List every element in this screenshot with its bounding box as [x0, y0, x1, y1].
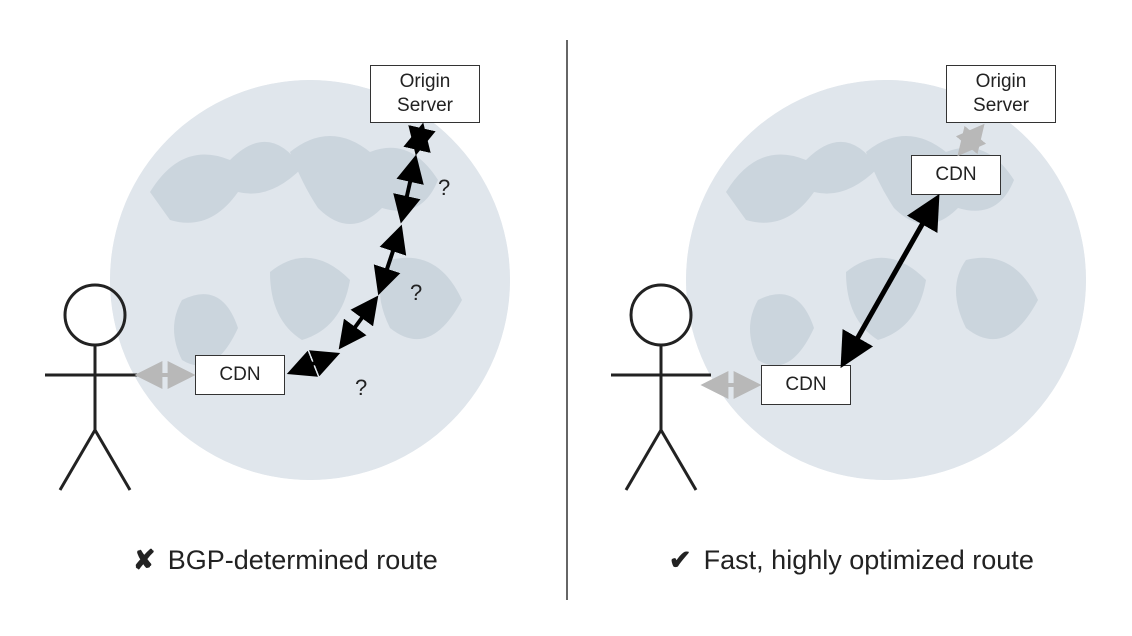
- panel-bgp: CDN Origin Server ?: [0, 0, 566, 636]
- cdn-user-box: CDN: [761, 365, 851, 405]
- origin-server-box: Origin Server: [946, 65, 1056, 123]
- origin-label: Origin Server: [397, 70, 453, 118]
- cross-icon: ✘: [128, 545, 160, 576]
- user-icon: [601, 280, 721, 500]
- question-mark-1: ?: [355, 375, 367, 401]
- globe-icon: [110, 80, 510, 480]
- question-mark-2: ?: [410, 280, 422, 306]
- question-mark-3: ?: [438, 175, 450, 201]
- diagram-stage: CDN Origin Server ?: [0, 0, 1132, 636]
- caption-left: ✘ BGP-determined route: [0, 545, 566, 576]
- caption-left-text: BGP-determined route: [168, 545, 438, 575]
- origin-label: Origin Server: [973, 70, 1029, 118]
- cdn-user-label: CDN: [785, 373, 826, 397]
- user-icon: [35, 280, 155, 500]
- cdn-origin-box: CDN: [911, 155, 1001, 195]
- caption-right: ✔ Fast, highly optimized route: [566, 545, 1132, 576]
- check-icon: ✔: [664, 545, 696, 576]
- panel-optimized: CDN CDN Origin Server: [566, 0, 1132, 636]
- cdn-box: CDN: [195, 355, 285, 395]
- cdn-origin-label: CDN: [935, 163, 976, 187]
- caption-right-text: Fast, highly optimized route: [704, 545, 1034, 575]
- globe-icon: [686, 80, 1086, 480]
- origin-server-box: Origin Server: [370, 65, 480, 123]
- cdn-label: CDN: [219, 363, 260, 387]
